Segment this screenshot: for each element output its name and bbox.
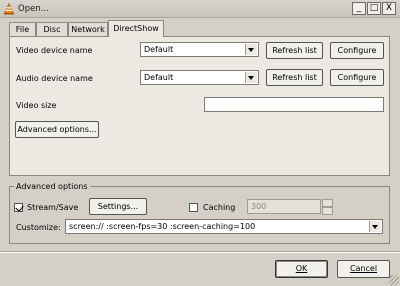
audio-device-label: Audio device name bbox=[16, 74, 93, 83]
window-title: Open... bbox=[18, 4, 49, 14]
caching-down-arrow-icon[interactable] bbox=[322, 207, 333, 215]
caching-label[interactable]: Caching bbox=[203, 203, 235, 212]
video-size-label: Video size bbox=[16, 101, 57, 110]
advanced-options-title: Advanced options bbox=[14, 182, 90, 191]
title-bar[interactable] bbox=[0, 0, 400, 18]
tab-file[interactable]: File bbox=[9, 22, 36, 36]
maximize-button[interactable]: □ bbox=[367, 2, 381, 15]
chevron-down-icon[interactable] bbox=[369, 221, 381, 232]
advanced-options-button[interactable]: Advanced options... bbox=[15, 121, 99, 138]
configure-audio-button[interactable]: Configure bbox=[330, 69, 384, 86]
resize-grip-icon[interactable] bbox=[389, 275, 399, 285]
ok-button[interactable]: OK bbox=[275, 260, 328, 278]
minimize-button[interactable]: _ bbox=[352, 2, 366, 15]
settings-button[interactable]: Settings... bbox=[89, 198, 147, 215]
tab-directshow[interactable]: DirectShow bbox=[108, 20, 164, 37]
chevron-down-icon[interactable] bbox=[245, 44, 257, 55]
customize-select[interactable]: screen:// :screen-fps=30 :screen-caching… bbox=[65, 219, 383, 234]
refresh-audio-button[interactable]: Refresh list bbox=[266, 69, 323, 86]
vlc-cone-icon bbox=[4, 3, 14, 15]
caching-up-arrow-icon[interactable] bbox=[322, 199, 333, 207]
video-device-label: Video device name bbox=[16, 46, 93, 55]
video-device-select[interactable]: Default bbox=[140, 42, 259, 57]
caching-value-input[interactable]: 300 bbox=[247, 199, 321, 214]
video-size-input[interactable] bbox=[204, 97, 384, 112]
chevron-down-icon[interactable] bbox=[245, 72, 257, 83]
tab-network[interactable]: Network bbox=[68, 22, 108, 36]
video-device-value: Default bbox=[144, 45, 174, 54]
stream-save-checkbox[interactable] bbox=[14, 203, 23, 212]
refresh-video-button[interactable]: Refresh list bbox=[266, 42, 323, 59]
ok-button-label: OK bbox=[295, 264, 308, 273]
customize-label: Customize: bbox=[16, 223, 61, 232]
audio-device-select[interactable]: Default bbox=[140, 70, 259, 85]
stream-save-label[interactable]: Stream/Save bbox=[27, 203, 78, 212]
cancel-button-label: Cancel bbox=[349, 264, 378, 273]
tab-disc[interactable]: Disc bbox=[36, 22, 68, 36]
separator bbox=[0, 251, 400, 253]
caching-checkbox[interactable] bbox=[189, 203, 198, 212]
customize-value: screen:// :screen-fps=30 :screen-caching… bbox=[69, 222, 256, 231]
configure-video-button[interactable]: Configure bbox=[330, 42, 384, 59]
cancel-button[interactable]: Cancel bbox=[337, 260, 390, 278]
close-button[interactable]: X bbox=[382, 2, 396, 15]
audio-device-value: Default bbox=[144, 73, 174, 82]
advanced-options-group bbox=[9, 186, 390, 244]
